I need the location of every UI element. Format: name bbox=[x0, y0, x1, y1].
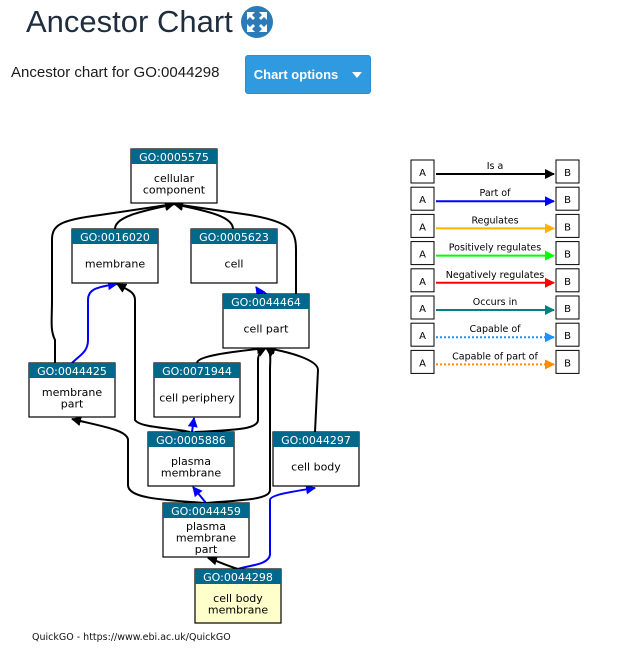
legend-label: Is a bbox=[487, 161, 504, 172]
legend-source: A bbox=[419, 304, 426, 315]
legend-source: A bbox=[419, 250, 426, 261]
edge-part-of bbox=[192, 486, 207, 504]
term-node[interactable]: GO:0044298cell bodymembrane bbox=[194, 568, 282, 624]
term-node[interactable]: GO:0044297 cell body bbox=[272, 431, 360, 487]
node-label: part bbox=[195, 543, 218, 556]
edge-part-of bbox=[187, 417, 198, 433]
legend-item-is-a: A B Is a bbox=[410, 159, 580, 184]
edge-part-of bbox=[71, 280, 118, 364]
legend-label: Capable of bbox=[470, 324, 522, 335]
node-label: cell body bbox=[291, 461, 341, 474]
edge-is-a bbox=[265, 344, 320, 433]
legend-source: A bbox=[419, 222, 426, 233]
edge-part-of bbox=[255, 286, 267, 298]
node-label: cell periphery bbox=[159, 392, 235, 405]
legend-target: B bbox=[564, 304, 571, 315]
legend-item-capable-of: A B Capable of bbox=[410, 322, 580, 347]
legend-item-occurs-in: A B Occurs in bbox=[410, 295, 580, 320]
node-id: GO:0044425 bbox=[37, 365, 107, 378]
legend-target: B bbox=[564, 250, 571, 261]
legend-target: B bbox=[564, 222, 571, 233]
legend-target: B bbox=[564, 277, 571, 288]
legend-label: Part of bbox=[480, 188, 512, 199]
footer-credit: QuickGO - https://www.ebi.ac.uk/QuickGO bbox=[32, 632, 231, 643]
term-node[interactable]: GO:0016020 membrane bbox=[71, 228, 159, 284]
node-id: GO:0071944 bbox=[162, 365, 232, 378]
legend-item-part-of: A B Part of bbox=[410, 186, 580, 211]
legend-source: A bbox=[419, 358, 426, 369]
node-id: GO:0016020 bbox=[80, 231, 150, 244]
node-id: GO:0044459 bbox=[171, 505, 241, 518]
legend-source: A bbox=[419, 277, 426, 288]
term-node[interactable]: GO:0044464 cell part bbox=[222, 293, 310, 349]
legend-item-capable-of-part-of: A B Capable of part of bbox=[410, 349, 580, 374]
node-label: cell part bbox=[244, 323, 290, 336]
legend-source: A bbox=[419, 168, 426, 179]
legend-target: B bbox=[564, 168, 571, 179]
node-label: membrane bbox=[161, 466, 221, 479]
term-node[interactable]: GO:0071944 cell periphery bbox=[153, 362, 241, 418]
legend-item-regulates: A B Regulates bbox=[410, 213, 580, 238]
node-id: GO:0044298 bbox=[203, 571, 273, 584]
node-label: part bbox=[61, 397, 84, 410]
legend-item-negatively-regulates: A B Negatively regulates bbox=[410, 268, 580, 293]
legend-label: Regulates bbox=[471, 215, 518, 226]
node-id: GO:0005575 bbox=[139, 151, 209, 164]
legend-item-positively-regulates: A B Positively regulates bbox=[410, 241, 580, 266]
legend-target: B bbox=[564, 195, 571, 206]
node-id: GO:0044297 bbox=[281, 434, 351, 447]
node-label: membrane bbox=[208, 603, 268, 616]
node-id: GO:0005886 bbox=[156, 434, 226, 447]
node-label: cell bbox=[225, 258, 244, 271]
legend-label: Negatively regulates bbox=[446, 270, 545, 281]
edge-is-a bbox=[207, 555, 239, 570]
term-node[interactable]: GO:0005575cellularcomponent bbox=[130, 148, 218, 204]
legend-target: B bbox=[564, 358, 571, 369]
node-id: GO:0005623 bbox=[199, 231, 269, 244]
legend-label: Positively regulates bbox=[449, 243, 542, 254]
legend-source: A bbox=[419, 331, 426, 342]
legend: A B Is a A B Part of A B Regulates A B Positively r… bbox=[410, 159, 580, 374]
legend-source: A bbox=[419, 195, 426, 206]
node-label: membrane bbox=[85, 258, 145, 271]
node-id: GO:0044464 bbox=[231, 296, 301, 309]
nodes-layer: GO:0005575cellularcomponent GO:0016020 mem… bbox=[28, 148, 360, 624]
ancestor-chart: GO:0005575cellularcomponent GO:0016020 mem… bbox=[28, 148, 580, 643]
term-node[interactable]: GO:0005886plasmamembrane bbox=[147, 431, 235, 487]
legend-target: B bbox=[564, 331, 571, 342]
term-node[interactable]: GO:0044459plasmamembranepart bbox=[162, 502, 250, 558]
term-node[interactable]: GO:0044425membranepart bbox=[28, 362, 116, 418]
node-label: component bbox=[143, 183, 206, 196]
edge-is-a bbox=[196, 344, 267, 364]
legend-label: Capable of part of bbox=[452, 351, 538, 362]
term-node[interactable]: GO:0005623 cell bbox=[190, 228, 278, 284]
legend-label: Occurs in bbox=[473, 297, 517, 308]
